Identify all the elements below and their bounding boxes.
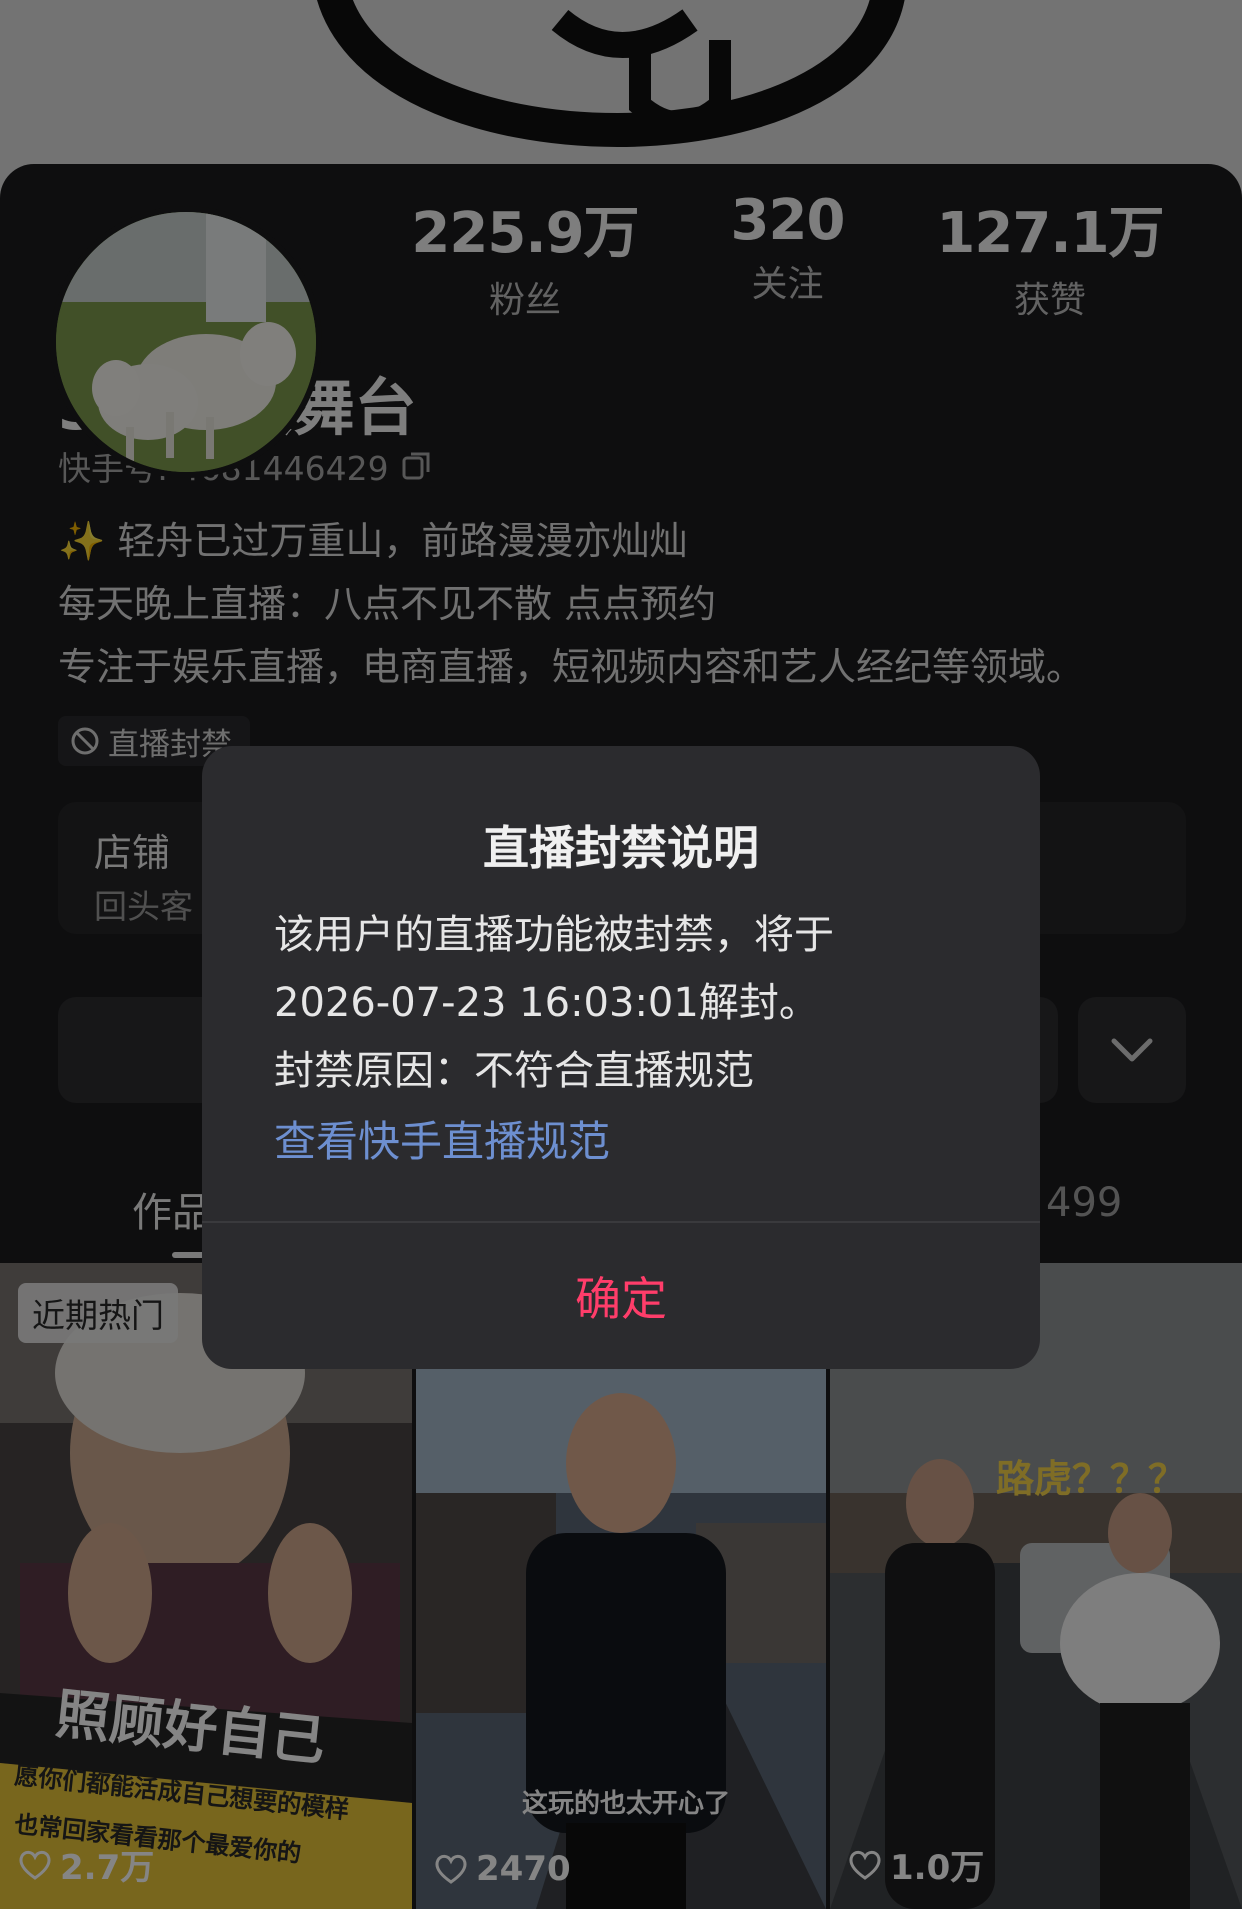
dialog-line-2: 2026-07-23 16:03:01解封。 bbox=[274, 980, 819, 1026]
dialog-line-3: 封禁原因：不符合直播规范 bbox=[274, 1048, 754, 1094]
dialog-line-1: 该用户的直播功能被封禁，将于 bbox=[274, 912, 834, 958]
dialog-title: 直播封禁说明 bbox=[483, 821, 759, 875]
confirm-button[interactable]: 确定 bbox=[202, 1223, 1040, 1369]
live-rules-link[interactable]: 查看快手直播规范 bbox=[274, 1108, 610, 1169]
live-ban-dialog: 直播封禁说明 该用户的直播功能被封禁，将于 2026-07-23 16:03:0… bbox=[202, 746, 1040, 1369]
